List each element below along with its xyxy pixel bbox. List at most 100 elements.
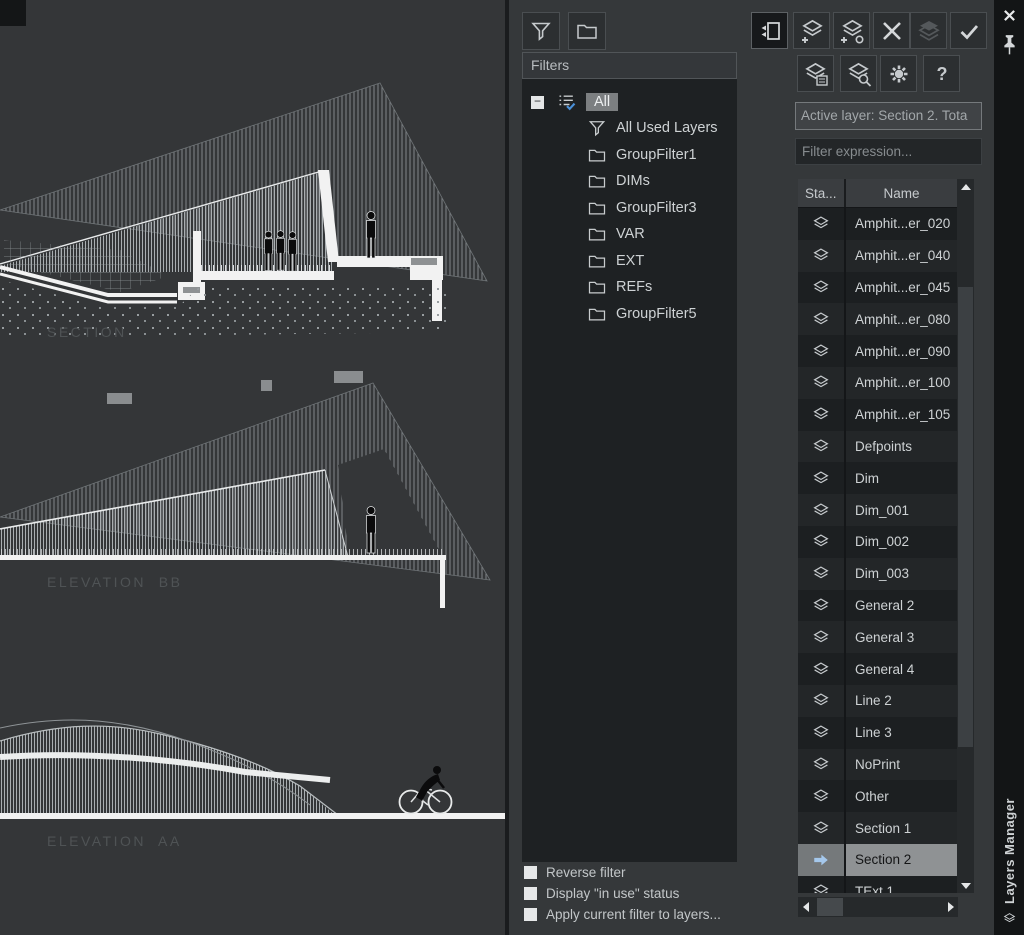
cad-drawing xyxy=(0,0,505,935)
table-row[interactable]: Amphit...er_100 xyxy=(798,367,957,399)
new-filter-button[interactable] xyxy=(522,12,560,50)
layers-icon xyxy=(811,470,831,487)
new-layer-options-button[interactable] xyxy=(833,12,870,49)
display-in-use-row: Display "in use" status xyxy=(524,885,679,901)
panel-toggle-button[interactable] xyxy=(751,12,788,49)
funnel-icon xyxy=(529,19,553,43)
layers-icon xyxy=(1002,912,1017,925)
tree-item-groupfilter1[interactable]: GroupFilter1 xyxy=(522,142,737,169)
table-row[interactable]: Line 3 xyxy=(798,717,957,749)
table-row[interactable]: Defpoints xyxy=(798,431,957,463)
layers-icon xyxy=(811,597,831,614)
cad-viewport[interactable]: SECTION ELEVATION BB ELEVATION AA xyxy=(0,0,505,935)
gear-icon xyxy=(887,62,911,86)
settings-button[interactable] xyxy=(880,55,917,92)
layers-icon xyxy=(811,661,831,678)
pin-icon xyxy=(1002,33,1017,56)
table-row[interactable]: Section 1 xyxy=(798,812,957,844)
column-header-name[interactable]: Name xyxy=(846,186,957,201)
funnel-icon xyxy=(587,118,607,138)
tree-item-label: GroupFilter3 xyxy=(616,200,697,216)
layers-icon xyxy=(811,533,831,550)
layers-icon xyxy=(811,406,831,423)
scroll-left-button[interactable] xyxy=(798,897,813,917)
tree-item-refs[interactable]: REFs xyxy=(522,274,737,301)
table-row[interactable]: NoPrint xyxy=(798,749,957,781)
table-row[interactable]: Line 2 xyxy=(798,685,957,717)
layers-icon xyxy=(811,565,831,582)
delete-layer-button[interactable] xyxy=(873,12,910,49)
folder-icon xyxy=(587,251,607,271)
layer-states-button[interactable] xyxy=(797,55,834,92)
checkbox-label: Display "in use" status xyxy=(546,886,679,901)
folder-icon xyxy=(587,171,607,191)
table-row[interactable]: Dim xyxy=(798,462,957,494)
confirm-button[interactable] xyxy=(950,12,987,49)
elevation-aa-drawing xyxy=(0,720,505,819)
table-row[interactable]: Dim_002 xyxy=(798,526,957,558)
table-row[interactable]: Amphit...er_080 xyxy=(798,303,957,335)
tree-root-label[interactable]: All xyxy=(586,93,618,111)
close-icon xyxy=(1003,9,1016,22)
tree-item-ext[interactable]: EXT xyxy=(522,248,737,275)
new-group-filter-button[interactable] xyxy=(568,12,606,50)
vertical-scrollbar[interactable] xyxy=(957,179,974,893)
layers-icon xyxy=(811,692,831,709)
filters-header: Filters xyxy=(522,52,737,79)
column-header-status[interactable]: Sta... xyxy=(798,179,846,207)
table-row[interactable]: TExt 1 xyxy=(798,876,957,893)
scroll-down-button[interactable] xyxy=(957,878,974,893)
reverse-filter-checkbox[interactable] xyxy=(524,866,537,879)
table-row[interactable]: Amphit...er_045 xyxy=(798,272,957,304)
table-row[interactable]: General 4 xyxy=(798,653,957,685)
tree-item-var[interactable]: VAR xyxy=(522,221,737,248)
tree-item-groupfilter5[interactable]: GroupFilter5 xyxy=(522,301,737,328)
section-drawing xyxy=(0,83,487,338)
layers-disabled-button[interactable] xyxy=(910,12,947,49)
horizontal-scrollbar-thumb[interactable] xyxy=(817,898,843,916)
tree-item-all-used-layers[interactable]: All Used Layers xyxy=(522,115,737,142)
table-row-selected[interactable]: Section 2 xyxy=(798,844,957,876)
table-row[interactable]: Amphit...er_105 xyxy=(798,399,957,431)
filter-expression-input[interactable] xyxy=(795,138,982,165)
layers-icon xyxy=(811,788,831,805)
x-icon xyxy=(880,19,904,43)
scroll-up-button[interactable] xyxy=(957,179,974,194)
display-in-use-checkbox[interactable] xyxy=(524,887,537,900)
layer-search-button[interactable] xyxy=(840,55,877,92)
tree-item-label: GroupFilter1 xyxy=(616,147,697,163)
table-row[interactable]: Dim_001 xyxy=(798,494,957,526)
layers-icon xyxy=(811,629,831,646)
tree-item-label: DIMs xyxy=(616,173,650,189)
layers-icon xyxy=(811,343,831,360)
table-row[interactable]: Amphit...er_090 xyxy=(798,335,957,367)
check-icon xyxy=(957,19,981,43)
tree-item-dims[interactable]: DIMs xyxy=(522,168,737,195)
tree-item-groupfilter3[interactable]: GroupFilter3 xyxy=(522,195,737,222)
apply-filter-checkbox[interactable] xyxy=(524,908,537,921)
pin-button[interactable] xyxy=(1002,33,1018,57)
panel-tab[interactable]: Layers Manager xyxy=(994,798,1024,925)
tree-item-label: REFs xyxy=(616,279,652,295)
new-layer-button[interactable] xyxy=(793,12,830,49)
layers-icon xyxy=(811,820,831,837)
table-row[interactable]: Other xyxy=(798,780,957,812)
table-row[interactable]: General 2 xyxy=(798,590,957,622)
close-button[interactable] xyxy=(1000,6,1018,24)
collapse-expander-icon[interactable]: − xyxy=(531,96,544,109)
layers-icon xyxy=(811,247,831,264)
scroll-right-button[interactable] xyxy=(943,897,958,917)
layers-icon xyxy=(811,374,831,391)
filter-tree: − All All Used Layers GroupFilter1 DIMs xyxy=(522,79,737,862)
apply-filter-row: Apply current filter to layers... xyxy=(524,906,721,922)
vertical-scrollbar-thumb[interactable] xyxy=(958,287,973,747)
table-row[interactable]: General 3 xyxy=(798,621,957,653)
table-row[interactable]: Dim_003 xyxy=(798,558,957,590)
layers-plus-icon xyxy=(799,18,825,44)
table-row[interactable]: Amphit...er_040 xyxy=(798,240,957,272)
horizontal-scrollbar[interactable] xyxy=(798,897,958,917)
tree-root-all[interactable]: − All xyxy=(522,89,737,115)
help-button[interactable]: ? xyxy=(923,55,960,92)
table-row[interactable]: Amphit...er_020 xyxy=(798,208,957,240)
panel-edge-strip: Layers Manager xyxy=(994,0,1024,935)
